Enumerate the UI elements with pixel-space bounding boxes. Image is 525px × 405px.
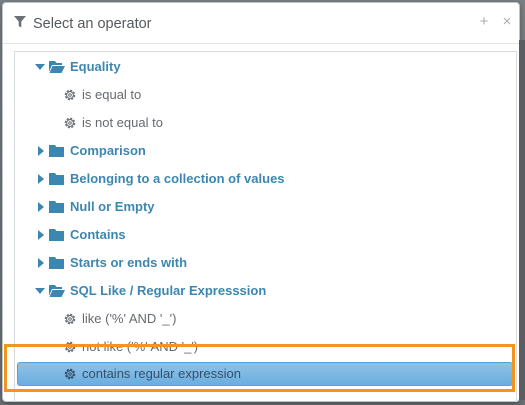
tree-category-equality[interactable]: Equality [15, 55, 514, 79]
tree-category-comparison[interactable]: Comparison [15, 139, 514, 163]
tree-category-label: Starts or ends with [70, 255, 188, 270]
caret-right-icon[interactable] [36, 230, 46, 240]
add-button[interactable]: + [476, 13, 492, 31]
caret-right-icon[interactable] [36, 202, 46, 212]
gear-icon [64, 313, 76, 325]
caret-down-icon[interactable] [35, 62, 45, 72]
folder-open-icon [49, 285, 65, 297]
gear-icon [64, 117, 76, 129]
operator-dialog: Select an operator + × Equality is equal… [2, 2, 520, 402]
tree-operator-label: not like ('%' AND '_') [82, 339, 199, 354]
tree-category-belonging[interactable]: Belonging to a collection of values [15, 167, 514, 191]
tree-category-contains[interactable]: Contains [15, 223, 514, 247]
page-scrollbar[interactable] [519, 40, 525, 400]
caret-right-icon[interactable] [36, 146, 46, 156]
tree-operator-label: like ('%' AND '_') [82, 311, 177, 326]
operator-tree: Equality is equal to is not equal to Com… [14, 51, 517, 402]
tree-operator-contains-regex[interactable]: contains regular expression [15, 362, 514, 386]
tree-category-label: Comparison [70, 143, 146, 158]
tree-operator-is-equal-to[interactable]: is equal to [15, 83, 514, 107]
close-button[interactable]: × [499, 13, 515, 31]
folder-icon [49, 257, 64, 269]
gear-icon [64, 341, 76, 353]
gear-icon [64, 89, 76, 101]
dialog-title: Select an operator [33, 16, 152, 32]
dialog-header: Select an operator + × [3, 3, 519, 44]
caret-right-icon[interactable] [36, 174, 46, 184]
tree-operator-label: is not equal to [82, 115, 163, 130]
tree-category-sql-like-regex[interactable]: SQL Like / Regular Expresssion [15, 279, 514, 303]
folder-open-icon [49, 61, 65, 73]
tree-operator-not-like[interactable]: not like ('%' AND '_') [15, 335, 514, 359]
gear-icon [64, 368, 76, 380]
folder-icon [49, 145, 64, 157]
tree-operator-label: is equal to [82, 87, 142, 102]
tree-category-label: Belonging to a collection of values [70, 171, 285, 186]
filter-icon [14, 16, 26, 28]
tree-category-label: Null or Empty [70, 199, 155, 214]
tree-category-null-or-empty[interactable]: Null or Empty [15, 195, 514, 219]
tree-operator-label: contains regular expression [82, 366, 241, 381]
tree-category-label: Contains [70, 227, 126, 242]
folder-icon [49, 201, 64, 213]
tree-category-starts-or-ends-with[interactable]: Starts or ends with [15, 251, 514, 275]
caret-right-icon[interactable] [36, 258, 46, 268]
folder-icon [49, 229, 64, 241]
tree-operator-like[interactable]: like ('%' AND '_') [15, 307, 514, 331]
tree-category-label: Equality [70, 59, 121, 74]
tree-operator-is-not-equal-to[interactable]: is not equal to [15, 111, 514, 135]
caret-down-icon[interactable] [35, 286, 45, 296]
tree-category-label: SQL Like / Regular Expresssion [70, 283, 267, 298]
folder-icon [49, 173, 64, 185]
